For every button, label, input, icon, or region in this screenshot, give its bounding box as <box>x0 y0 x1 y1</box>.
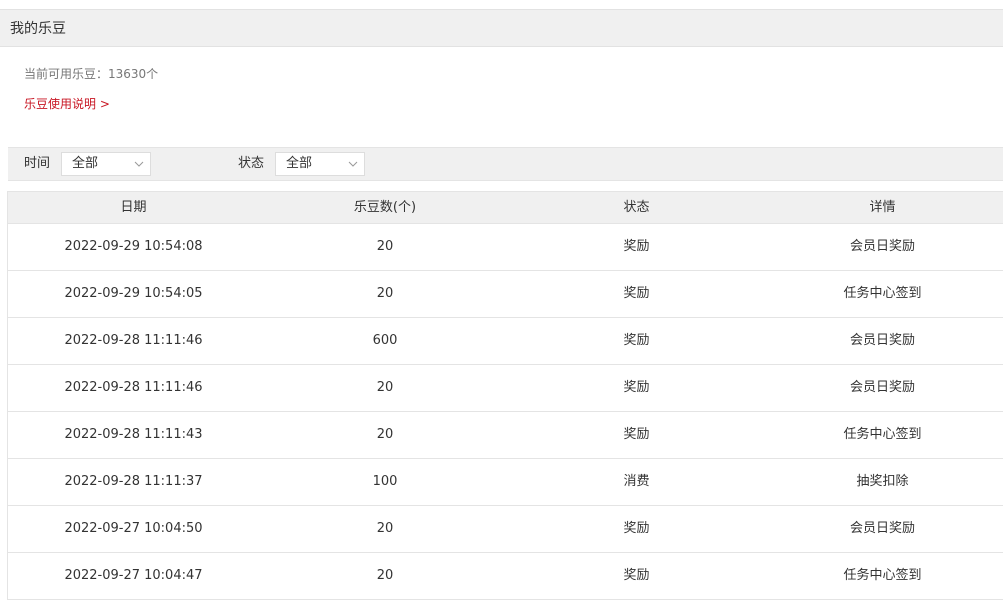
table-row: 2022-09-29 10:54:08 20 奖励 会员日奖励 <box>8 224 1003 271</box>
cell-amount: 20 <box>376 380 394 395</box>
column-header-date: 日期 <box>120 200 147 215</box>
cell-date: 2022-09-29 10:54:05 <box>64 286 203 301</box>
cell-detail: 会员日奖励 <box>849 239 915 254</box>
time-filter-value: 全部 <box>72 156 99 171</box>
cell-date: 2022-09-28 11:11:46 <box>64 333 203 348</box>
cell-date: 2022-09-28 11:11:46 <box>64 380 203 395</box>
cell-detail: 任务中心签到 <box>843 286 922 301</box>
cell-detail: 会员日奖励 <box>849 380 915 395</box>
column-header-amount: 乐豆数(个) <box>353 200 417 215</box>
balance-text: 当前可用乐豆：13630个 <box>24 67 159 81</box>
cell-status: 奖励 <box>623 286 650 301</box>
cell-status: 消费 <box>623 474 650 489</box>
cell-detail: 任务中心签到 <box>843 568 922 583</box>
cell-amount: 20 <box>376 427 394 442</box>
time-filter-select[interactable]: 全部 <box>61 152 151 176</box>
cell-detail: 会员日奖励 <box>849 521 915 536</box>
cell-status: 奖励 <box>623 239 650 254</box>
table-row: 2022-09-27 10:04:50 20 奖励 会员日奖励 <box>8 506 1003 553</box>
cell-detail: 任务中心签到 <box>843 427 922 442</box>
cell-status: 奖励 <box>623 333 650 348</box>
chevron-down-icon <box>348 161 358 167</box>
ledou-records-table: 日期 乐豆数(个) 状态 详情 2022-09-29 10:54:08 20 奖… <box>7 191 1003 600</box>
cell-amount: 600 <box>372 333 398 348</box>
cell-detail: 会员日奖励 <box>849 333 915 348</box>
cell-amount: 20 <box>376 286 394 301</box>
table-row: 2022-09-28 11:11:46 20 奖励 会员日奖励 <box>8 365 1003 412</box>
page-title: 我的乐豆 <box>10 21 66 37</box>
cell-amount: 20 <box>376 568 394 583</box>
column-header-status: 状态 <box>623 200 650 215</box>
filter-bar: 时间 全部 状态 全部 <box>8 147 1003 181</box>
cell-amount: 20 <box>376 521 394 536</box>
cell-detail: 抽奖扣除 <box>856 474 909 489</box>
status-filter-value: 全部 <box>286 156 313 171</box>
ledou-page: 我的乐豆 当前可用乐豆：13630个 乐豆使用说明 > 时间 全部 状态 全部 … <box>0 0 1003 604</box>
cell-date: 2022-09-27 10:04:47 <box>64 568 203 583</box>
cell-date: 2022-09-27 10:04:50 <box>64 521 203 536</box>
table-row: 2022-09-27 10:04:47 20 奖励 任务中心签到 <box>8 553 1003 600</box>
time-filter-label: 时间 <box>24 156 51 171</box>
page-header: 我的乐豆 <box>0 9 1003 47</box>
table-row: 2022-09-28 11:11:37 100 消费 抽奖扣除 <box>8 459 1003 506</box>
column-header-detail: 详情 <box>869 200 896 215</box>
table-row: 2022-09-29 10:54:05 20 奖励 任务中心签到 <box>8 271 1003 318</box>
table-row: 2022-09-28 11:11:46 600 奖励 会员日奖励 <box>8 318 1003 365</box>
chevron-down-icon <box>134 161 144 167</box>
cell-status: 奖励 <box>623 427 650 442</box>
cell-status: 奖励 <box>623 568 650 583</box>
status-filter-select[interactable]: 全部 <box>275 152 365 176</box>
cell-date: 2022-09-29 10:54:08 <box>64 239 203 254</box>
table-row: 2022-09-28 11:11:43 20 奖励 任务中心签到 <box>8 412 1003 459</box>
table-header: 日期 乐豆数(个) 状态 详情 <box>8 191 1003 224</box>
cell-status: 奖励 <box>623 521 650 536</box>
status-filter-label: 状态 <box>238 156 265 171</box>
cell-status: 奖励 <box>623 380 650 395</box>
cell-amount: 20 <box>376 239 394 254</box>
ledou-help-link[interactable]: 乐豆使用说明 > <box>24 96 110 112</box>
cell-date: 2022-09-28 11:11:43 <box>64 427 203 442</box>
cell-amount: 100 <box>372 474 398 489</box>
cell-date: 2022-09-28 11:11:37 <box>64 474 203 489</box>
